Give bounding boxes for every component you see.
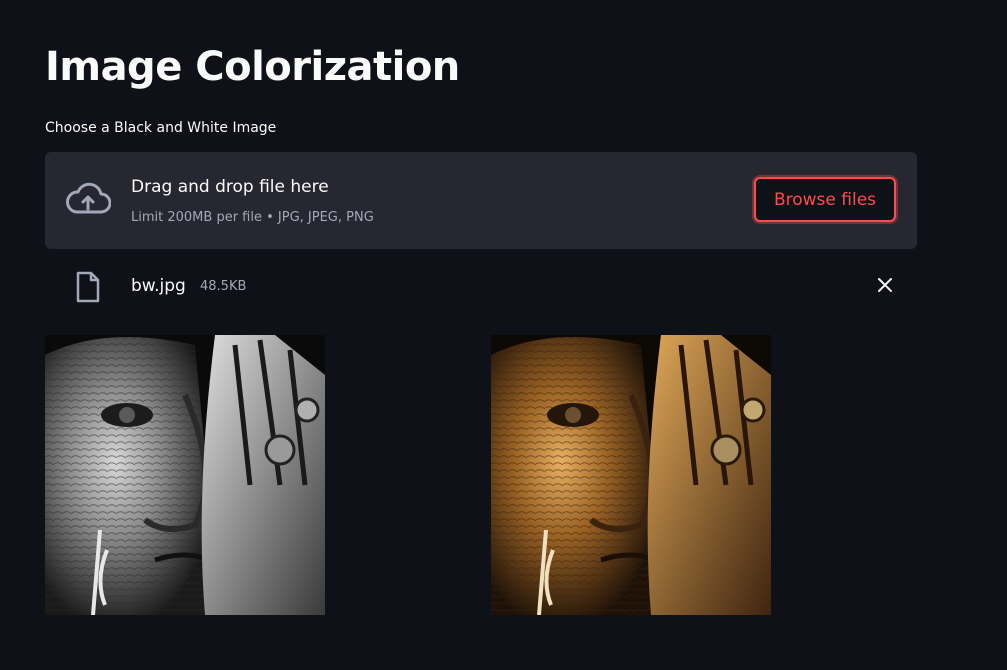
page-title: Image Colorization [45,44,460,90]
remove-file-button[interactable] [874,274,896,296]
dropzone-limit: Limit 200MB per file • JPG, JPEG, PNG [131,210,374,225]
file-icon [76,271,100,303]
input-image [45,335,325,615]
uploaded-file-row: bw.jpg 48.5KB [45,262,917,312]
uploader-label: Choose a Black and White Image [45,120,277,136]
input-portrait-image [45,335,325,615]
browse-files-button[interactable]: Browse files [754,177,896,222]
file-name: bw.jpg [131,276,186,296]
close-icon [878,278,892,292]
file-dropzone[interactable]: Drag and drop file here Limit 200MB per … [45,152,917,249]
app-page: Image Colorization Choose a Black and Wh… [0,0,1007,670]
output-image [491,335,771,615]
cloud-upload-icon [66,182,111,214]
dropzone-instructions: Drag and drop file here [131,177,329,197]
file-size: 48.5KB [200,279,247,294]
colorized-portrait-image [491,335,771,615]
